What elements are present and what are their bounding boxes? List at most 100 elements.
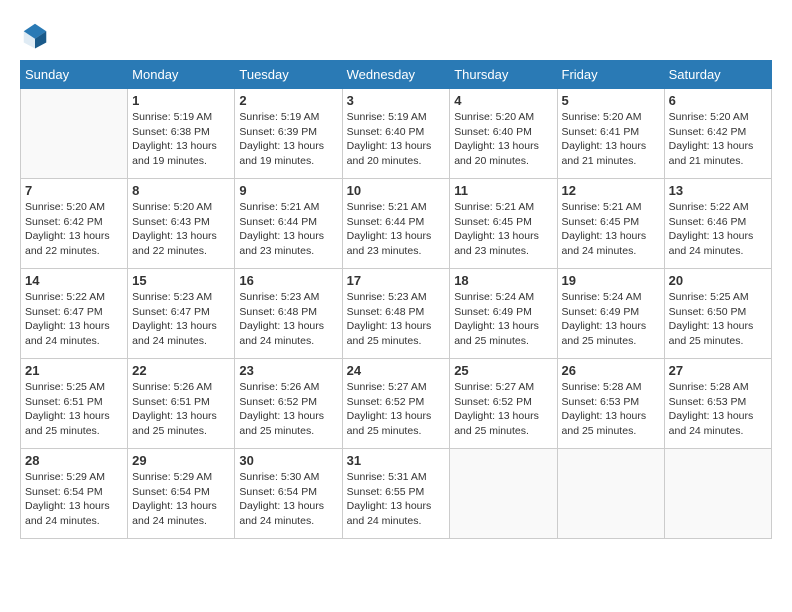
calendar-week-row: 7 Sunrise: 5:20 AM Sunset: 6:42 PM Daylig… — [21, 179, 772, 269]
day-number: 26 — [562, 363, 660, 378]
calendar-week-row: 21Sunrise: 5:25 AM Sunset: 6:51 PM Dayli… — [21, 359, 772, 449]
day-number: 13 — [669, 183, 767, 198]
calendar-cell: 27 Sunrise: 5:28 AM Sunset: 6:53 PM Dayli… — [664, 359, 771, 449]
calendar-cell: 8 Sunrise: 5:20 AM Sunset: 6:43 PM Daylig… — [128, 179, 235, 269]
day-info: Sunrise: 5:21 AM Sunset: 6:44 PM Dayligh… — [347, 200, 446, 259]
calendar-cell: 12 Sunrise: 5:21 AM Sunset: 6:45 PM Dayli… — [557, 179, 664, 269]
calendar-cell: 14 Sunrise: 5:22 AM Sunset: 6:47 PM Dayli… — [21, 269, 128, 359]
day-info: Sunrise: 5:30 AM Sunset: 6:54 PM Dayligh… — [239, 470, 337, 529]
calendar-cell: 29 Sunrise: 5:29 AM Sunset: 6:54 PM Dayli… — [128, 449, 235, 539]
day-info: Sunrise: 5:20 AM Sunset: 6:43 PM Dayligh… — [132, 200, 230, 259]
day-number: 5 — [562, 93, 660, 108]
day-number: 17 — [347, 273, 446, 288]
day-info: Sunrise: 5:23 AM Sunset: 6:47 PM Dayligh… — [132, 290, 230, 349]
calendar-cell: 18Sunrise: 5:24 AM Sunset: 6:49 PM Dayli… — [450, 269, 557, 359]
day-header-wednesday: Wednesday — [342, 61, 450, 89]
day-number: 16 — [239, 273, 337, 288]
day-info: Sunrise: 5:29 AM Sunset: 6:54 PM Dayligh… — [25, 470, 123, 529]
calendar-cell: 4 Sunrise: 5:20 AM Sunset: 6:40 PM Daylig… — [450, 89, 557, 179]
day-number: 29 — [132, 453, 230, 468]
calendar-week-row: 14 Sunrise: 5:22 AM Sunset: 6:47 PM Dayli… — [21, 269, 772, 359]
day-info: Sunrise: 5:27 AM Sunset: 6:52 PM Dayligh… — [454, 380, 552, 439]
calendar-cell: 24Sunrise: 5:27 AM Sunset: 6:52 PM Dayli… — [342, 359, 450, 449]
day-info: Sunrise: 5:22 AM Sunset: 6:47 PM Dayligh… — [25, 290, 123, 349]
day-number: 9 — [239, 183, 337, 198]
day-header-tuesday: Tuesday — [235, 61, 342, 89]
calendar-cell: 3 Sunrise: 5:19 AM Sunset: 6:40 PM Daylig… — [342, 89, 450, 179]
day-header-thursday: Thursday — [450, 61, 557, 89]
calendar-cell: 9 Sunrise: 5:21 AM Sunset: 6:44 PM Daylig… — [235, 179, 342, 269]
calendar-cell: 13 Sunrise: 5:22 AM Sunset: 6:46 PM Dayli… — [664, 179, 771, 269]
day-info: Sunrise: 5:20 AM Sunset: 6:42 PM Dayligh… — [25, 200, 123, 259]
day-number: 8 — [132, 183, 230, 198]
day-number: 25 — [454, 363, 552, 378]
calendar-cell: 23Sunrise: 5:26 AM Sunset: 6:52 PM Dayli… — [235, 359, 342, 449]
day-info: Sunrise: 5:25 AM Sunset: 6:51 PM Dayligh… — [25, 380, 123, 439]
day-number: 1 — [132, 93, 230, 108]
day-info: Sunrise: 5:20 AM Sunset: 6:40 PM Dayligh… — [454, 110, 552, 169]
day-header-monday: Monday — [128, 61, 235, 89]
day-number: 12 — [562, 183, 660, 198]
day-info: Sunrise: 5:29 AM Sunset: 6:54 PM Dayligh… — [132, 470, 230, 529]
day-info: Sunrise: 5:19 AM Sunset: 6:39 PM Dayligh… — [239, 110, 337, 169]
calendar-cell: 16 Sunrise: 5:23 AM Sunset: 6:48 PM Dayli… — [235, 269, 342, 359]
day-info: Sunrise: 5:28 AM Sunset: 6:53 PM Dayligh… — [669, 380, 767, 439]
page-container: SundayMondayTuesdayWednesdayThursdayFrid… — [20, 20, 772, 539]
calendar-cell: 7 Sunrise: 5:20 AM Sunset: 6:42 PM Daylig… — [21, 179, 128, 269]
logo-icon — [20, 20, 50, 50]
day-info: Sunrise: 5:21 AM Sunset: 6:45 PM Dayligh… — [562, 200, 660, 259]
day-number: 27 — [669, 363, 767, 378]
day-header-saturday: Saturday — [664, 61, 771, 89]
calendar-cell: 2Sunrise: 5:19 AM Sunset: 6:39 PM Daylig… — [235, 89, 342, 179]
day-number: 31 — [347, 453, 446, 468]
day-number: 20 — [669, 273, 767, 288]
day-number: 18 — [454, 273, 552, 288]
day-header-friday: Friday — [557, 61, 664, 89]
calendar-cell: 25 Sunrise: 5:27 AM Sunset: 6:52 PM Dayli… — [450, 359, 557, 449]
calendar-cell: 5 Sunrise: 5:20 AM Sunset: 6:41 PM Daylig… — [557, 89, 664, 179]
calendar-header-row: SundayMondayTuesdayWednesdayThursdayFrid… — [21, 61, 772, 89]
calendar-cell — [21, 89, 128, 179]
day-info: Sunrise: 5:20 AM Sunset: 6:41 PM Dayligh… — [562, 110, 660, 169]
day-info: Sunrise: 5:19 AM Sunset: 6:40 PM Dayligh… — [347, 110, 446, 169]
day-info: Sunrise: 5:26 AM Sunset: 6:52 PM Dayligh… — [239, 380, 337, 439]
calendar-cell: 20Sunrise: 5:25 AM Sunset: 6:50 PM Dayli… — [664, 269, 771, 359]
day-number: 15 — [132, 273, 230, 288]
day-number: 24 — [347, 363, 446, 378]
day-info: Sunrise: 5:31 AM Sunset: 6:55 PM Dayligh… — [347, 470, 446, 529]
day-info: Sunrise: 5:21 AM Sunset: 6:45 PM Dayligh… — [454, 200, 552, 259]
day-number: 7 — [25, 183, 123, 198]
calendar-cell: 1 Sunrise: 5:19 AM Sunset: 6:38 PM Daylig… — [128, 89, 235, 179]
day-number: 19 — [562, 273, 660, 288]
day-number: 22 — [132, 363, 230, 378]
day-info: Sunrise: 5:21 AM Sunset: 6:44 PM Dayligh… — [239, 200, 337, 259]
calendar-cell: 6Sunrise: 5:20 AM Sunset: 6:42 PM Daylig… — [664, 89, 771, 179]
calendar-cell — [450, 449, 557, 539]
day-number: 10 — [347, 183, 446, 198]
day-number: 11 — [454, 183, 552, 198]
calendar-cell: 30 Sunrise: 5:30 AM Sunset: 6:54 PM Dayli… — [235, 449, 342, 539]
calendar: SundayMondayTuesdayWednesdayThursdayFrid… — [20, 60, 772, 539]
calendar-cell — [664, 449, 771, 539]
day-number: 14 — [25, 273, 123, 288]
calendar-cell: 11 Sunrise: 5:21 AM Sunset: 6:45 PM Dayli… — [450, 179, 557, 269]
day-info: Sunrise: 5:20 AM Sunset: 6:42 PM Dayligh… — [669, 110, 767, 169]
day-info: Sunrise: 5:22 AM Sunset: 6:46 PM Dayligh… — [669, 200, 767, 259]
calendar-week-row: 1 Sunrise: 5:19 AM Sunset: 6:38 PM Daylig… — [21, 89, 772, 179]
calendar-cell: 28Sunrise: 5:29 AM Sunset: 6:54 PM Dayli… — [21, 449, 128, 539]
day-info: Sunrise: 5:23 AM Sunset: 6:48 PM Dayligh… — [347, 290, 446, 349]
day-info: Sunrise: 5:23 AM Sunset: 6:48 PM Dayligh… — [239, 290, 337, 349]
day-number: 30 — [239, 453, 337, 468]
calendar-cell: 10 Sunrise: 5:21 AM Sunset: 6:44 PM Dayli… — [342, 179, 450, 269]
day-number: 4 — [454, 93, 552, 108]
calendar-cell: 19 Sunrise: 5:24 AM Sunset: 6:49 PM Dayli… — [557, 269, 664, 359]
day-info: Sunrise: 5:26 AM Sunset: 6:51 PM Dayligh… — [132, 380, 230, 439]
calendar-cell: 26Sunrise: 5:28 AM Sunset: 6:53 PM Dayli… — [557, 359, 664, 449]
calendar-cell: 21Sunrise: 5:25 AM Sunset: 6:51 PM Dayli… — [21, 359, 128, 449]
calendar-cell — [557, 449, 664, 539]
day-header-sunday: Sunday — [21, 61, 128, 89]
day-number: 3 — [347, 93, 446, 108]
day-info: Sunrise: 5:19 AM Sunset: 6:38 PM Dayligh… — [132, 110, 230, 169]
header — [20, 20, 772, 50]
day-info: Sunrise: 5:24 AM Sunset: 6:49 PM Dayligh… — [562, 290, 660, 349]
